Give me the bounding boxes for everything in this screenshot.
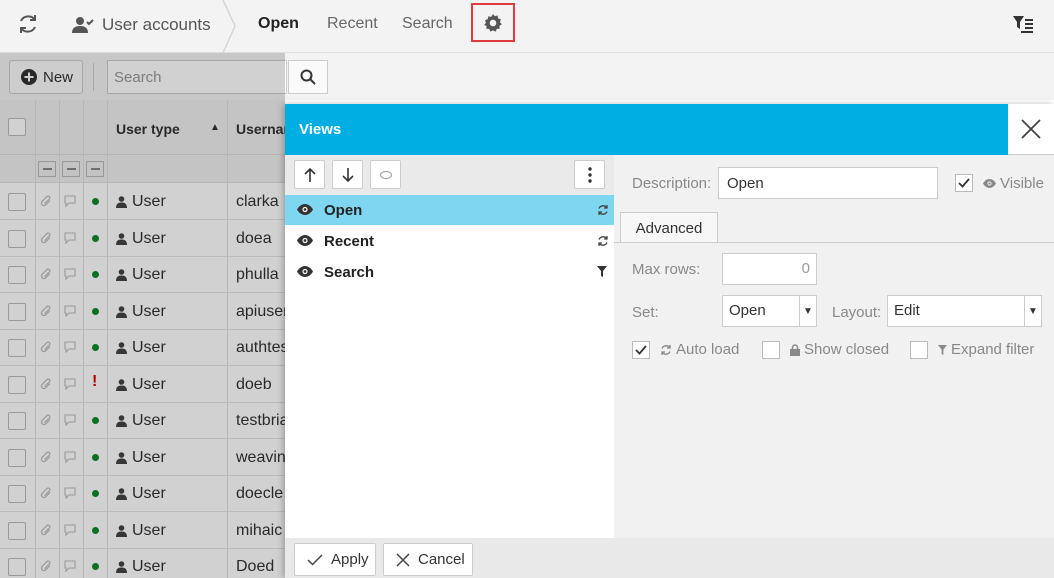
description-input[interactable] — [718, 167, 938, 199]
chevron-down-icon: ▼ — [799, 296, 816, 326]
view-properties-panel: Description: Visible Advanced Max rows: … — [614, 155, 1054, 538]
copy-view-button[interactable] — [370, 160, 401, 189]
refresh-icon — [660, 344, 672, 356]
arrow-up-icon — [303, 167, 316, 183]
view-item-label: Open — [324, 202, 363, 219]
refresh-icon — [597, 204, 609, 216]
view-settings-button[interactable] — [471, 3, 515, 42]
set-select-value: Open — [729, 302, 766, 319]
views-list-toolbar — [285, 155, 614, 195]
close-icon — [396, 552, 410, 567]
show-closed-text: Show closed — [804, 341, 890, 358]
visible-label: Visible — [983, 175, 1044, 192]
eye-icon[interactable] — [297, 204, 313, 215]
users-icon — [72, 16, 94, 34]
set-label: Set: — [632, 304, 659, 321]
app-title: User accounts — [72, 13, 211, 37]
check-icon — [307, 553, 323, 566]
close-button[interactable] — [1008, 104, 1054, 155]
dialog-footer: Apply Cancel — [285, 538, 1054, 578]
view-item-label: Search — [324, 264, 375, 281]
show-closed-checkbox[interactable] — [762, 341, 780, 359]
expand-filter-checkbox[interactable] — [910, 341, 928, 359]
cancel-button-label: Cancel — [418, 551, 465, 568]
max-rows-input[interactable]: 0 — [722, 253, 817, 285]
close-icon — [1020, 118, 1042, 140]
dialog-header: Views — [285, 104, 1054, 155]
tab-open[interactable]: Open — [258, 15, 299, 33]
view-item-label: Recent — [324, 233, 375, 250]
more-options-button[interactable] — [574, 160, 605, 189]
view-item-open[interactable]: Open — [285, 195, 614, 225]
visible-checkbox[interactable] — [955, 174, 973, 192]
tab-advanced[interactable]: Advanced — [620, 212, 718, 243]
refresh-icon[interactable] — [16, 12, 40, 36]
auto-load-checkbox[interactable] — [632, 341, 650, 359]
auto-load-text: Auto load — [676, 341, 740, 358]
show-closed-label: Show closed — [790, 341, 889, 358]
apply-button[interactable]: Apply — [294, 543, 376, 576]
refresh-icon — [597, 235, 609, 247]
top-bar: User accounts Open Recent Search — [0, 0, 1054, 53]
views-dialog: Views Open Recent Search Description: Op… — [285, 104, 1054, 578]
move-up-button[interactable] — [294, 160, 325, 189]
kebab-menu-icon — [587, 166, 592, 183]
tab-recent[interactable]: Recent — [327, 15, 378, 33]
description-label: Description: — [632, 175, 712, 192]
layout-select[interactable]: Edit ▼ — [887, 295, 1042, 327]
tab-search[interactable]: Search — [402, 15, 453, 33]
app-title-label: User accounts — [102, 15, 211, 34]
oval-icon — [379, 170, 393, 180]
filter-list-icon[interactable] — [1012, 13, 1034, 35]
view-item-recent[interactable]: Recent — [285, 226, 614, 256]
search-button[interactable] — [288, 60, 328, 94]
filter-icon — [597, 266, 607, 277]
auto-load-label: Auto load — [660, 341, 739, 358]
eye-icon[interactable] — [297, 235, 313, 246]
views-list-panel: Open Recent Search — [285, 155, 614, 538]
lock-icon — [790, 343, 800, 356]
filter-icon — [938, 344, 947, 355]
expand-filter-text: Expand filter — [951, 341, 1035, 358]
arrow-down-icon — [341, 167, 354, 183]
eye-icon — [983, 179, 996, 188]
breadcrumb-separator — [222, 0, 236, 53]
move-down-button[interactable] — [332, 160, 363, 189]
gear-icon — [483, 13, 503, 33]
max-rows-label: Max rows: — [632, 261, 701, 278]
dialog-title: Views — [299, 121, 342, 138]
set-select[interactable]: Open ▼ — [722, 295, 817, 327]
cancel-button[interactable]: Cancel — [383, 543, 473, 576]
layout-select-value: Edit — [894, 302, 920, 319]
search-icon — [300, 69, 316, 85]
eye-icon[interactable] — [297, 266, 313, 277]
layout-label: Layout: — [832, 304, 882, 321]
view-item-search[interactable]: Search — [285, 257, 614, 287]
tab-divider — [614, 242, 1054, 243]
modal-overlay — [0, 53, 285, 578]
chevron-down-icon: ▼ — [1024, 296, 1041, 326]
visible-text: Visible — [1000, 175, 1044, 192]
expand-filter-label: Expand filter — [938, 341, 1034, 358]
apply-button-label: Apply — [331, 551, 369, 568]
